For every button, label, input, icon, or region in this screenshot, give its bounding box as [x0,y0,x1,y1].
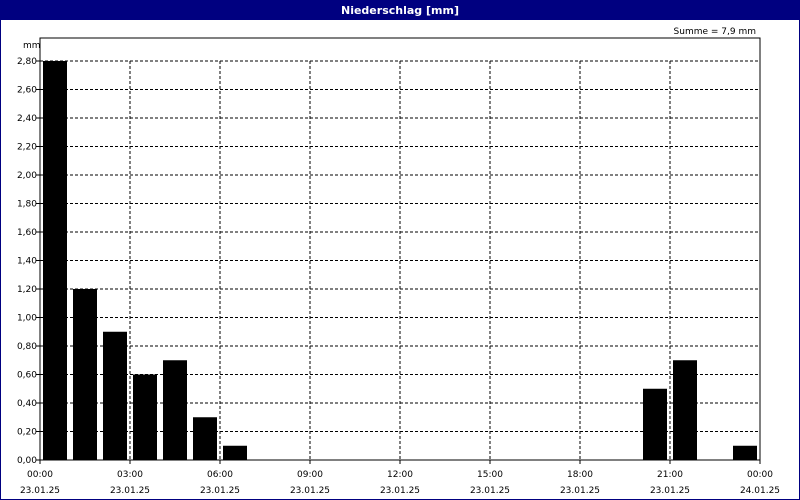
x-tick-date: 23.01.25 [380,486,420,496]
y-axis-label: mm [23,41,41,51]
y-tick-label: 2,60 [17,86,37,96]
x-tick-date: 23.01.25 [470,486,510,496]
bar [643,388,667,460]
y-tick-label: 0,40 [17,399,37,409]
y-tick-label: 2,00 [17,171,37,181]
bar [103,331,127,460]
bar [73,289,97,460]
sum-annotation: Summe = 7,9 mm [674,27,756,37]
bar [43,61,67,460]
bar [673,360,697,460]
y-tick-label: 0,00 [17,456,37,466]
y-tick-labels: 0,00 0,20 0,40 0,60 0,80 1,00 1,20 1,40 1,60 1,80… [17,57,37,466]
x-tick-date: 23.01.25 [200,486,240,496]
x-tick-time: 03:00 [117,470,143,480]
bar [133,374,157,460]
y-tick-label: 1,80 [17,200,37,210]
x-tick-time: 06:00 [207,470,233,480]
y-tick-label: 1,20 [17,285,37,295]
x-tick-time: 21:00 [657,470,683,480]
y-tick-label: 0,60 [17,371,37,381]
y-tick-label: 2,80 [17,57,37,67]
precipitation-chart: 0,00 0,20 0,40 0,60 0,80 1,00 1,20 1,40 1,60 1,80… [17,27,780,496]
bar [733,445,757,460]
x-tick-time: 00:00 [747,470,773,480]
x-tick-labels: 00:00 23.01.25 03:00 23.01.25 06:00 23.01.25 0… [20,470,780,496]
x-tick-time: 15:00 [477,470,503,480]
y-tick-label: 2,20 [17,143,37,153]
y-tick-label: 1,00 [17,314,37,324]
x-tick-date: 23.01.25 [560,486,600,496]
x-tick-time: 18:00 [567,470,593,480]
x-tick-time: 09:00 [297,470,323,480]
y-tick-label: 1,60 [17,228,37,238]
x-tick-date: 24.01.25 [740,486,780,496]
x-tick-time: 12:00 [387,470,413,480]
x-tick-time: 00:00 [27,470,53,480]
x-tick-date: 23.01.25 [650,486,690,496]
y-tick-label: 0,20 [17,428,37,438]
x-tick-date: 23.01.25 [110,486,150,496]
y-tick-label: 2,40 [17,114,37,124]
y-tick-label: 0,80 [17,342,37,352]
y-tick-label: 1,40 [17,257,37,267]
bar [163,360,187,460]
bar [193,417,217,460]
bar [223,445,247,460]
x-tick-date: 23.01.25 [20,486,60,496]
x-tick-date: 23.01.25 [290,486,330,496]
